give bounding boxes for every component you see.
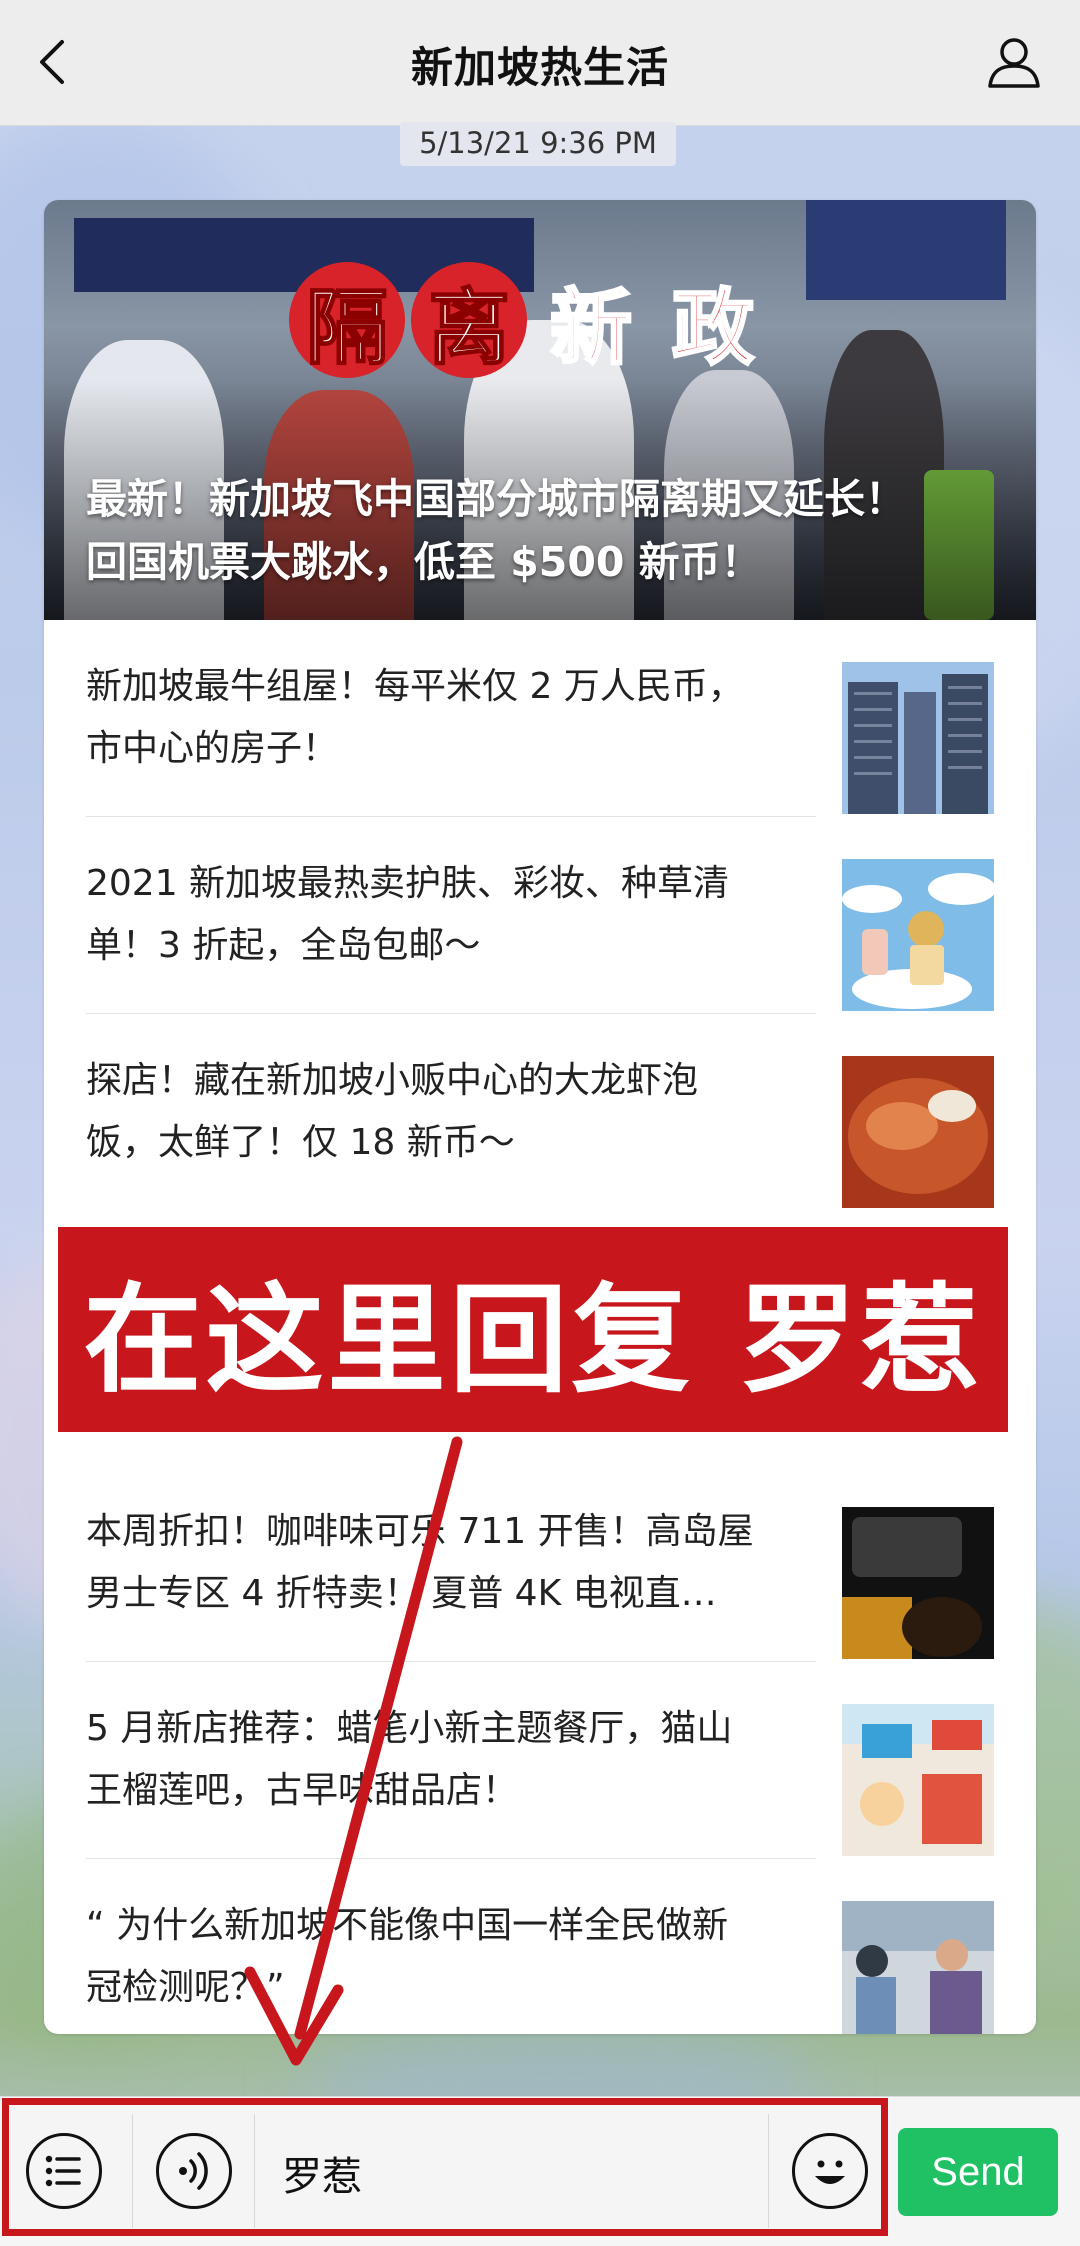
article-title: 新加坡最牛组屋！每平米仅 2 万人民币， 市中心的房子！	[86, 666, 744, 769]
article-item[interactable]: 本周折扣！咖啡味可乐 711 开售！高岛屋 男士专区 4 折特卖！ 夏普 4K …	[86, 1465, 994, 1662]
airport-sign-image	[806, 200, 1006, 300]
emoji-button[interactable]	[792, 2133, 868, 2209]
hero-stamp-title: 隔 离 新 政	[289, 262, 771, 378]
article-title: 5 月新店推荐：蜡笔小新主题餐厅，猫山 王榴莲吧，古早味甜品店！	[86, 1708, 733, 1811]
hero-article[interactable]: 隔 离 新 政 最新！新加坡飞中国部分城市隔离期又延长！ 回国机票大跳水，低至 …	[44, 200, 1036, 620]
menu-list-button[interactable]	[26, 2133, 102, 2209]
article-item[interactable]: “ 为什么新加坡不能像中国一样全民做新 冠检测呢？”	[86, 1859, 994, 2034]
article-thumbnail	[842, 859, 994, 1011]
article-item[interactable]: 2021 新加坡最热卖护肤、彩妆、种草清 单！3 折起，全岛包邮～	[86, 817, 994, 1014]
hero-headline-line: 回国机票大跳水，低至 $500 新币！	[86, 538, 762, 586]
stamp-char: 离	[411, 262, 527, 378]
article-thumbnail	[842, 1901, 994, 2034]
article-thumbnail	[842, 662, 994, 814]
message-input[interactable]	[258, 2118, 768, 2228]
article-title: 2021 新加坡最热卖护肤、彩妆、种草清 单！3 折起，全岛包邮～	[86, 863, 730, 966]
stamp-char: 新	[548, 278, 633, 377]
send-button[interactable]: Send	[898, 2128, 1058, 2216]
hero-headline-line: 最新！新加坡飞中国部分城市隔离期又延长！	[86, 475, 906, 523]
article-thumbnail	[842, 1507, 994, 1659]
menu-list-icon	[45, 2155, 81, 2187]
voice-icon	[179, 2152, 208, 2190]
article-item[interactable]: 新加坡最牛组屋！每平米仅 2 万人民币， 市中心的房子！	[86, 620, 994, 817]
stamp-char: 政	[670, 278, 755, 377]
article-thumbnail	[842, 1704, 994, 1856]
chat-title: 新加坡热生活	[410, 43, 669, 92]
chat-header: 新加坡热生活	[0, 0, 1080, 126]
article-title: “ 为什么新加坡不能像中国一样全民做新 冠检测呢？”	[86, 1905, 729, 2008]
message-timestamp: 5/13/21 9:36 PM	[400, 122, 676, 166]
hero-headline[interactable]: 最新！新加坡飞中国部分城市隔离期又延长！ 回国机票大跳水，低至 $500 新币！	[86, 468, 1006, 594]
reply-instruction-banner: 在这里回复 罗惹	[58, 1227, 1008, 1432]
user-icon	[988, 38, 1040, 88]
emoji-icon	[815, 2160, 845, 2184]
profile-button[interactable]	[984, 32, 1044, 92]
voice-button[interactable]	[156, 2133, 232, 2209]
article-card[interactable]: 隔 离 新 政 最新！新加坡飞中国部分城市隔离期又延长！ 回国机票大跳水，低至 …	[44, 200, 1036, 2034]
article-thumbnail	[842, 1056, 994, 1208]
article-title: 本周折扣！咖啡味可乐 711 开售！高岛屋 男士专区 4 折特卖！ 夏普 4K …	[86, 1511, 754, 1614]
stamp-char: 隔	[289, 262, 405, 378]
article-item[interactable]: 5 月新店推荐：蜡笔小新主题餐厅，猫山 王榴莲吧，古早味甜品店！	[86, 1662, 994, 1859]
article-title: 探店！藏在新加坡小贩中心的大龙虾泡 饭，太鲜了！仅 18 新币～	[86, 1060, 699, 1163]
article-item[interactable]: 探店！藏在新加坡小贩中心的大龙虾泡 饭，太鲜了！仅 18 新币～	[86, 1014, 994, 1211]
